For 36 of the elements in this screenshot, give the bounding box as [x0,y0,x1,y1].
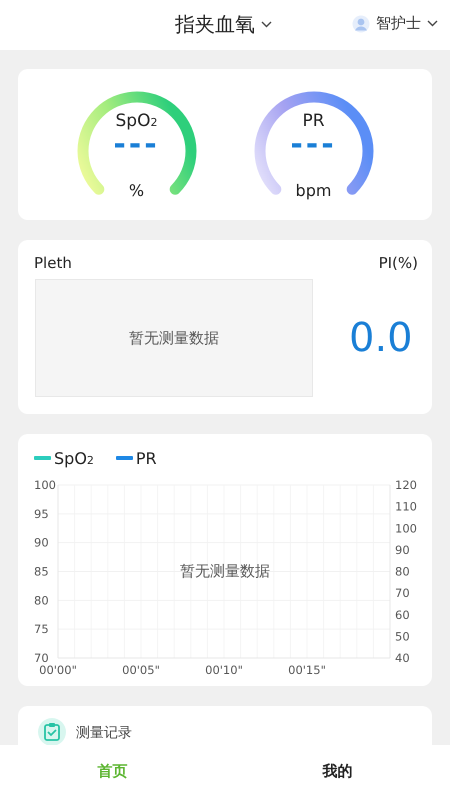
y-axis-label: 70 [34,651,49,665]
pleth-title: Pleth [34,254,72,272]
x-axis-label: 00'05" [122,663,160,677]
user-selector[interactable]: 智护士 [352,14,438,33]
y-axis-label: 95 [34,506,49,521]
x-axis-label: 00'10" [205,663,243,677]
pi-value: 0.0 [349,315,413,361]
gauge-unit: bpm [296,181,332,200]
y-axis-label: 85 [34,564,49,578]
x-axis-label: 00'00" [39,663,77,677]
y-axis-label: 90 [34,536,49,550]
y-axis-label: 120 [395,478,417,492]
y-axis-label: 100 [34,478,56,492]
x-axis-label: 00'15" [288,663,326,677]
device-selector[interactable]: 指夹血氧 [175,11,272,38]
record-title: 测量记录 [76,724,132,742]
legend-label: PR [136,448,157,468]
pi-label: PI(%) [378,254,418,272]
y-axis-label: 60 [395,608,410,622]
y-axis-label: 100 [395,521,417,536]
y-axis-label: 70 [395,586,410,600]
avatar-icon [352,14,370,32]
chevron-down-icon [261,21,272,28]
gauge-unit: % [128,181,144,200]
tab[interactable]: 我的 [225,745,450,800]
y-axis-label: 80 [395,564,410,578]
y-axis-label: 50 [395,629,410,644]
empty-message: 暂无测量数据 [129,328,219,348]
empty-message: 暂无测量数据 [180,562,270,580]
y-axis-label: 75 [34,622,49,636]
clipboard-icon [38,718,66,746]
y-axis-label: 40 [395,651,410,665]
chevron-down-icon [427,20,438,27]
y-axis-label: 90 [395,542,410,557]
y-axis-label: 80 [34,593,49,608]
y-axis-label: 110 [395,500,417,514]
